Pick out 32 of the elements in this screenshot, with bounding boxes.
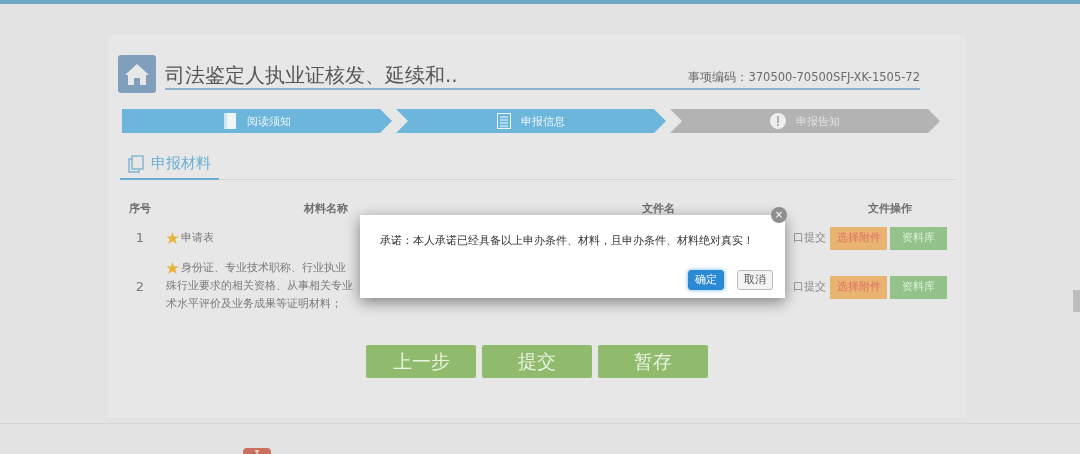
column-header: 序号 <box>129 201 151 217</box>
section-tab[interactable]: 申报材料 <box>120 154 219 180</box>
close-button[interactable]: × <box>771 207 787 223</box>
dialog-message: 承诺：本人承诺已经具备以上申办条件、材料，且申办条件、材料绝对真实！ <box>380 234 755 248</box>
file-status: 口提交 <box>793 230 826 246</box>
page-title: 司法鉴定人执业证核发、延续和.. <box>165 62 458 88</box>
column-header: 材料名称 <box>304 201 348 217</box>
choose-attachment-button[interactable]: 选择附件 <box>830 226 887 250</box>
home-icon <box>118 55 156 93</box>
progress-step: 申报信息 <box>396 109 666 133</box>
action-button[interactable]: 提交 <box>482 345 592 378</box>
file-status: 口提交 <box>793 279 826 295</box>
alert-icon <box>770 113 786 129</box>
document-icon <box>128 154 144 173</box>
row-number: 1 <box>134 229 146 247</box>
library-button[interactable]: 资料库 <box>890 275 947 299</box>
material-name: 申请表 <box>180 230 214 246</box>
progress-step: 阅读须知 <box>122 109 392 133</box>
confirm-button[interactable]: 确定 <box>688 270 724 290</box>
action-button[interactable]: 暂存 <box>598 345 708 378</box>
library-button[interactable]: 资料库 <box>890 226 947 250</box>
row-number: 2 <box>134 278 146 296</box>
list-icon <box>497 113 511 129</box>
scrollbar[interactable] <box>1073 290 1080 312</box>
material-name: 身份证、专业技术职称、行业执业 殊行业要求的相关资格、从事相关专业 术水平评价及业务成果等证明材料； <box>166 260 353 312</box>
choose-attachment-button[interactable]: 选择附件 <box>830 275 887 299</box>
action-button[interactable]: 上一步 <box>366 345 476 378</box>
item-code: 事项编码：370500-70500SFJ-XK-1505-72 <box>688 70 920 86</box>
column-header: 文件名 <box>641 201 675 217</box>
book-icon <box>223 113 237 129</box>
column-header: 文件操作 <box>868 201 912 217</box>
cancel-button[interactable]: 取消 <box>737 270 773 290</box>
